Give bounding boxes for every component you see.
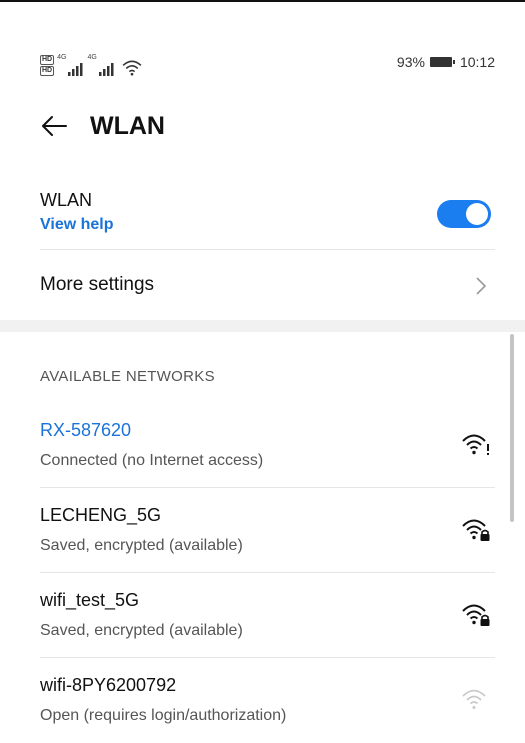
signal-icon [68, 63, 83, 76]
divider [40, 487, 495, 488]
wifi-icon [122, 60, 142, 76]
divider [40, 657, 495, 658]
chevron-right-icon [476, 277, 487, 295]
network-status: Saved, encrypted (available) [40, 622, 243, 639]
wifi-no-internet-icon [462, 434, 489, 455]
network-type-2: 4G [87, 54, 97, 61]
wlan-toggle[interactable] [437, 200, 491, 228]
battery-percent: 93% [396, 54, 425, 70]
divider [40, 249, 495, 250]
network-status: Saved, encrypted (available) [40, 537, 243, 554]
view-help-link[interactable]: View help [40, 216, 114, 234]
status-bar: HD HD 4G 4G 93% 10:12 [40, 52, 495, 76]
wifi-weak-icon [462, 689, 486, 709]
network-ssid: LECHENG_5G [40, 505, 162, 525]
network-status: Connected (no Internet access) [40, 452, 264, 469]
wlan-toggle-row: WLAN View help [40, 188, 495, 246]
scrollbar[interactable] [510, 334, 514, 522]
available-networks-header: AVAILABLE NETWORKS [40, 368, 215, 385]
status-right: 93% 10:12 [397, 54, 495, 70]
wlan-label: WLAN [40, 190, 93, 210]
clock: 10:12 [459, 54, 495, 70]
network-item[interactable]: wifi_test_5G Saved, encrypted (available… [40, 574, 495, 658]
network-ssid: wifi_test_5G [40, 590, 140, 610]
network-item[interactable]: LECHENG_5G Saved, encrypted (available) [40, 489, 495, 573]
divider [40, 572, 495, 573]
status-indicators: HD HD 4G 4G [40, 52, 143, 76]
toggle-knob [466, 203, 488, 225]
network-ssid: RX-587620 [40, 420, 132, 440]
battery-icon [429, 57, 455, 67]
network-item[interactable]: RX-587620 Connected (no Internet access) [40, 404, 495, 488]
more-settings-row[interactable]: More settings [40, 252, 495, 318]
network-type-1: 4G [57, 54, 67, 61]
page-title: WLAN [90, 111, 165, 140]
hd-volte-icon: HD HD [40, 55, 55, 76]
page-header: WLAN [40, 106, 165, 146]
network-ssid: wifi-8PY6200792 [40, 675, 177, 695]
more-settings-label: More settings [40, 274, 155, 295]
wifi-lock-icon [462, 519, 490, 541]
top-rule [0, 0, 525, 2]
network-status: Open (requires login/authorization) [40, 707, 287, 724]
signal-icon [98, 63, 114, 76]
section-separator [0, 320, 525, 332]
network-item[interactable]: wifi-8PY6200792 Open (requires login/aut… [40, 659, 495, 743]
back-arrow-icon[interactable] [40, 112, 68, 140]
wifi-lock-icon [462, 604, 490, 626]
